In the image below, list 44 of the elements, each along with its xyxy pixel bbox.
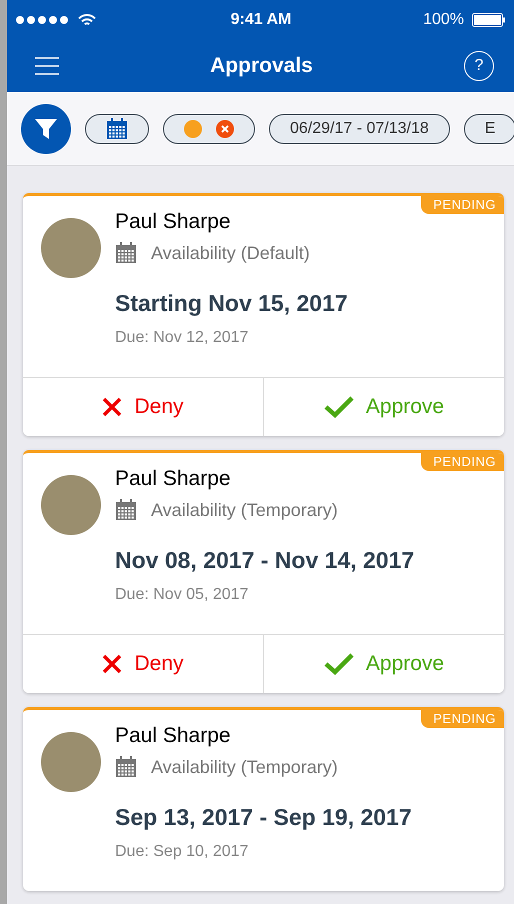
menu-button[interactable] xyxy=(35,57,59,75)
date-filter-chip[interactable] xyxy=(85,114,149,144)
calendar-icon xyxy=(115,499,137,521)
screen-title: Approvals xyxy=(210,54,313,78)
pending-badge: PENDING xyxy=(421,453,504,471)
calendar-icon xyxy=(115,756,137,778)
request-dates: Nov 08, 2017 - Nov 14, 2017 xyxy=(115,547,414,574)
employee-name: Paul Sharpe xyxy=(115,467,232,491)
due-date: Due: Nov 12, 2017 xyxy=(115,329,250,347)
approve-button[interactable]: Approve xyxy=(263,378,504,436)
x-icon xyxy=(102,397,122,417)
request-dates: Starting Nov 15, 2017 xyxy=(115,290,348,317)
due-date: Due: Sep 10, 2017 xyxy=(115,843,250,861)
deny-button[interactable]: Deny xyxy=(23,635,263,693)
filter-chip[interactable]: E xyxy=(464,114,514,144)
calendar-icon xyxy=(115,242,137,264)
pending-badge: PENDING xyxy=(421,710,504,728)
request-type: Availability (Default) xyxy=(151,242,310,264)
battery-percent: 100% xyxy=(423,11,464,29)
pending-badge: PENDING xyxy=(421,196,504,214)
x-icon xyxy=(102,654,122,674)
approve-button[interactable]: Approve xyxy=(263,635,504,693)
due-date: Due: Nov 05, 2017 xyxy=(115,586,250,604)
filter-icon xyxy=(34,116,58,140)
employee-name: Paul Sharpe xyxy=(115,210,232,234)
checkmark-icon xyxy=(324,396,354,418)
help-button[interactable]: ? xyxy=(464,51,494,81)
request-dates: Sep 13, 2017 - Sep 19, 2017 xyxy=(115,804,412,831)
battery-icon xyxy=(472,13,506,27)
request-type: Availability (Temporary) xyxy=(151,500,338,520)
deny-button[interactable]: Deny xyxy=(23,378,263,436)
checkmark-icon xyxy=(324,653,354,675)
menu-icon xyxy=(35,57,59,75)
calendar-icon xyxy=(106,118,128,140)
status-filter-chip[interactable] xyxy=(163,114,255,144)
filter-chip[interactable]: 06/29/17 - 07/13/18 xyxy=(269,114,450,144)
request-type: Availability (Temporary) xyxy=(151,756,338,778)
status-time: 9:41 AM xyxy=(230,11,292,29)
signal-icon xyxy=(16,16,70,24)
wifi-icon xyxy=(78,14,96,26)
remove-icon xyxy=(216,120,234,138)
pending-dot-icon xyxy=(184,120,202,138)
employee-name: Paul Sharpe xyxy=(115,724,232,748)
filter-button[interactable] xyxy=(21,104,71,154)
